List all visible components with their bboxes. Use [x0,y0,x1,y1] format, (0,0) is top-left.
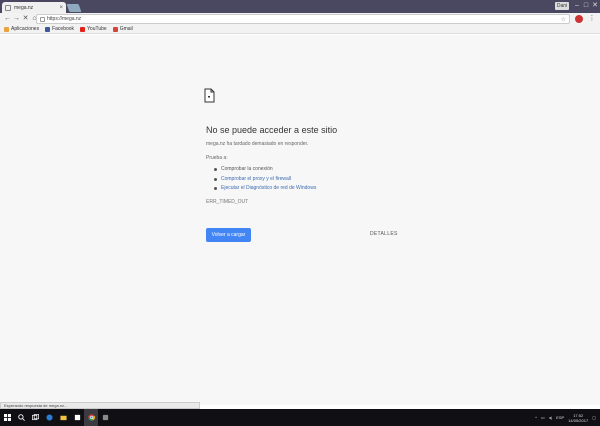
address-bar[interactable]: https://mega.nz ☆ [36,14,570,24]
browser-tab[interactable]: mega.nz × [2,2,66,13]
tab-title: mega.nz [14,4,34,11]
taskbar-app[interactable] [98,409,112,426]
error-title: No se puede acceder a este sitio [206,125,338,135]
menu-icon[interactable]: ⋮ [588,14,596,24]
suggestion-text: Comprobar la conexión [221,166,273,172]
bookmark-facebook[interactable]: Facebook [45,26,74,32]
reload-button[interactable]: Volver a cargar [206,228,251,242]
page-icon [5,4,11,11]
extension-icon[interactable] [575,15,583,23]
bullet-icon [214,168,217,172]
start-button[interactable] [0,409,14,426]
taskbar-app-chrome[interactable] [84,409,98,426]
bookmark-youtube[interactable]: YouTube [80,26,107,32]
status-bubble: Esperando respuesta de mega.nz... [0,402,200,409]
search-icon [17,414,25,421]
sad-file-icon [204,88,215,103]
facebook-icon [45,26,51,32]
system-tray: ^ ▭ ◂) ESP 17:52 14/05/2017 ▢ [535,409,596,426]
taskbar-app-explorer[interactable] [56,409,70,426]
url-text: https://mega.nz [47,16,82,22]
language-indicator[interactable]: ESP [556,415,564,420]
gmail-icon [112,26,118,32]
suggestion-link[interactable]: Comprobar el proxy y el firewall [221,175,291,185]
error-description: mega.nz ha tardado demasiado en responde… [206,141,309,147]
search-button[interactable] [14,409,28,426]
folder-icon [59,415,67,421]
chrome-icon [87,414,95,421]
bookmark-label: YouTube [87,26,107,32]
network-icon[interactable]: ▭ [541,415,545,420]
clock-date: 14/05/2017 [568,417,589,423]
tab-strip: mega.nz × Dani – □ ✕ [0,0,600,13]
store-icon [74,414,80,421]
tab-close-icon[interactable]: × [59,5,63,11]
volume-icon[interactable]: ◂) [549,415,552,420]
browser-toolbar: ← → ✕ ⌂ https://mega.nz ☆ ⋮ [0,13,600,25]
clock[interactable]: 17:52 14/05/2017 [568,413,588,423]
notifications-icon[interactable]: ▢ [592,415,596,420]
taskbar-app-store[interactable] [70,409,84,426]
suggestions-list: Comprobar la conexión Comprobar el proxy… [214,165,316,194]
list-item[interactable]: Ejecutar el Diagnóstico de red de Window… [214,184,316,194]
details-button[interactable]: DETALLES [370,231,398,237]
bullet-icon [214,177,217,181]
error-page: No se puede acceder a este sitio mega.nz… [0,35,600,405]
apps-icon [4,26,9,32]
bullet-icon [214,187,217,191]
try-label: Prueba a: [206,155,228,161]
close-window-icon[interactable]: ✕ [590,1,600,11]
edge-icon [45,414,53,421]
bookmarks-bar: Aplicaciones Facebook YouTube Gmail [0,25,600,34]
stop-icon[interactable]: ✕ [21,14,30,24]
chevron-up-icon[interactable]: ^ [535,415,537,420]
app-icon [102,414,108,421]
task-view-icon [31,414,39,421]
suggestion-link[interactable]: Ejecutar el Diagnóstico de red de Window… [221,184,316,194]
list-item[interactable]: Comprobar el proxy y el firewall [214,175,316,185]
bookmark-gmail[interactable]: Gmail [112,26,133,32]
bookmark-label: Gmail [119,26,133,32]
taskbar: ^ ▭ ◂) ESP 17:52 14/05/2017 ▢ [0,409,600,426]
bookmark-apps[interactable]: Aplicaciones [4,26,39,32]
bookmark-label: Facebook [52,26,75,32]
page-info-icon[interactable] [40,16,45,22]
list-item: Comprobar la conexión [214,165,316,175]
bookmark-label: Aplicaciones [11,26,40,32]
bookmark-star-icon[interactable]: ☆ [561,16,566,23]
task-view-button[interactable] [28,409,42,426]
windows-icon [3,414,11,421]
taskbar-app-edge[interactable] [42,409,56,426]
forward-icon[interactable]: → [12,14,21,24]
error-code: ERR_TIMED_OUT [206,199,249,205]
back-icon[interactable]: ← [3,14,12,24]
youtube-icon [80,26,86,32]
profile-button[interactable]: Dani [555,2,569,10]
new-tab-button[interactable] [66,4,82,12]
